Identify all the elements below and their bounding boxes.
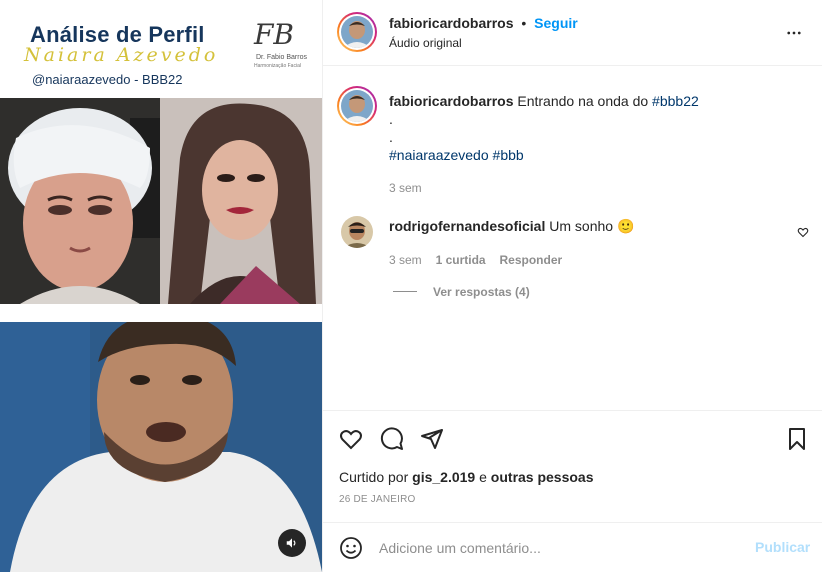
author-avatar-image bbox=[341, 16, 373, 48]
audio-label[interactable]: Áudio original bbox=[389, 36, 462, 50]
view-replies-button[interactable]: Ver respostas (4) bbox=[433, 285, 530, 299]
caption-dot: . bbox=[389, 111, 393, 127]
photo-after bbox=[160, 98, 322, 304]
fb-logo: FB Dr. Fabio Barros Harmonização Facial bbox=[248, 18, 310, 70]
caption-avatar-image bbox=[341, 90, 373, 122]
comment-input[interactable] bbox=[379, 537, 739, 559]
media-header: Análise de Perfil Naiara Azevedo @naiara… bbox=[0, 0, 322, 98]
comment-username[interactable]: rodrigofernandesoficial bbox=[389, 218, 545, 234]
reply-button[interactable]: Responder bbox=[499, 253, 562, 267]
caption-hashtag-naiaraazevedo[interactable]: #naiaraazevedo bbox=[389, 147, 489, 163]
follow-button[interactable]: Seguir bbox=[534, 15, 578, 31]
emoji-icon[interactable] bbox=[339, 536, 363, 560]
heart-icon[interactable] bbox=[339, 427, 363, 451]
likes-user[interactable]: gis_2.019 bbox=[412, 469, 475, 485]
media-handle: @naiaraazevedo - BBB22 bbox=[32, 72, 183, 87]
publish-button[interactable]: Publicar bbox=[755, 539, 810, 555]
share-icon[interactable] bbox=[420, 427, 444, 451]
action-bar: Curtido por gis_2.019 e outras pessoas 2… bbox=[323, 410, 822, 522]
likes-prefix: Curtido por bbox=[339, 469, 409, 485]
comment-likes[interactable]: 1 curtida bbox=[436, 253, 486, 267]
comment-avatar-image bbox=[341, 216, 373, 248]
post-media[interactable]: Análise de Perfil Naiara Azevedo @naiara… bbox=[0, 0, 322, 572]
caption-username[interactable]: fabioricardobarros bbox=[389, 93, 513, 109]
more-horizontal-icon[interactable] bbox=[785, 24, 803, 42]
likes-others[interactable]: outras pessoas bbox=[491, 469, 594, 485]
caption-hashtag-bbb22[interactable]: #bbb22 bbox=[652, 93, 699, 109]
caption-avatar[interactable] bbox=[337, 86, 377, 126]
logo-monogram: FB bbox=[254, 18, 295, 51]
comment-avatar[interactable] bbox=[341, 216, 373, 248]
comment-time[interactable]: 3 sem bbox=[389, 253, 422, 267]
comment-box: Publicar bbox=[323, 522, 822, 572]
volume-button[interactable] bbox=[278, 529, 306, 557]
photo-speaker bbox=[0, 322, 322, 572]
photo-before bbox=[0, 98, 160, 304]
bookmark-icon[interactable] bbox=[785, 427, 809, 451]
comment: rodrigofernandesoficial Um sonho 🙂 bbox=[389, 218, 634, 235]
caption-hashtag-bbb[interactable]: #bbb bbox=[493, 147, 524, 163]
logo-sub: Harmonização Facial bbox=[254, 63, 301, 69]
likes-summary: Curtido por gis_2.019 e outras pessoas bbox=[339, 469, 594, 485]
author-avatar[interactable] bbox=[337, 12, 377, 52]
post-header: fabioricardobarros • Seguir Áudio origin… bbox=[323, 0, 822, 66]
replies-divider bbox=[393, 291, 417, 292]
caption-text: Entrando na onda do bbox=[517, 93, 649, 109]
likes-middle: e bbox=[479, 469, 487, 485]
post-date[interactable]: 26 DE JANEIRO bbox=[339, 494, 416, 505]
media-script-name: Naiara Azevedo bbox=[24, 44, 219, 66]
comment-meta: 3 sem 1 curtida Responder bbox=[389, 251, 562, 267]
comment-body: Um sonho 🙂 bbox=[549, 218, 635, 234]
comment-like-icon[interactable] bbox=[797, 226, 809, 238]
caption-time[interactable]: 3 sem bbox=[389, 179, 422, 197]
post-panel: fabioricardobarros • Seguir Áudio origin… bbox=[322, 0, 822, 572]
comment-icon[interactable] bbox=[380, 427, 404, 451]
volume-icon bbox=[286, 538, 296, 548]
author-username[interactable]: fabioricardobarros bbox=[389, 15, 513, 31]
caption-dot: . bbox=[389, 129, 393, 145]
header-separator: • bbox=[521, 15, 527, 31]
logo-name: Dr. Fabio Barros bbox=[256, 54, 307, 61]
